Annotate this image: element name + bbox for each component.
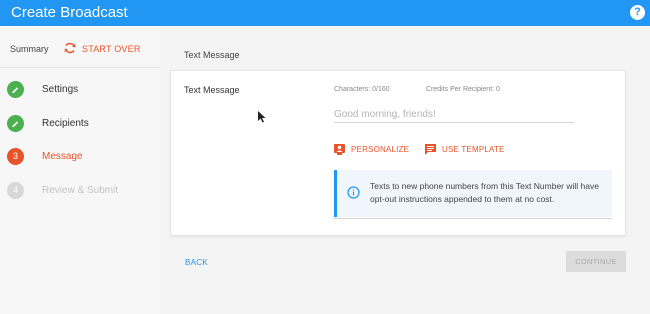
- step-recipients[interactable]: Recipients: [0, 109, 160, 139]
- card-label: Text Message: [184, 85, 240, 95]
- step-message[interactable]: 3 Message: [0, 142, 160, 172]
- step-label: Recipients: [42, 118, 89, 129]
- personalize-icon: [334, 143, 345, 155]
- check-icon: [7, 81, 24, 98]
- use-template-button[interactable]: USE TEMPLATE: [425, 141, 505, 157]
- personalize-label: PERSONALIZE: [351, 144, 410, 154]
- step-label: Review & Submit: [42, 185, 119, 196]
- summary-label: Summary: [10, 44, 49, 54]
- template-icon: [425, 143, 436, 155]
- info-notice: Texts to new phone numbers from this Tex…: [334, 170, 612, 217]
- step-label: Settings: [42, 84, 79, 95]
- section-title: Text Message: [184, 50, 240, 60]
- summary-row: Summary START OVER: [0, 26, 160, 68]
- character-count: Characters: 0/160: [334, 86, 390, 93]
- check-icon: [7, 115, 24, 132]
- help-icon[interactable]: ?: [630, 5, 645, 20]
- message-input[interactable]: [334, 106, 574, 123]
- step-number: 4: [7, 182, 24, 199]
- step-review-submit: 4 Review & Submit: [0, 176, 160, 206]
- page-title: Create Broadcast: [11, 4, 128, 21]
- refresh-icon[interactable]: [63, 41, 77, 55]
- sidebar: Summary START OVER Settings Recipients 3…: [0, 26, 160, 314]
- mouse-pointer-icon: [258, 111, 266, 123]
- info-text: Texts to new phone numbers from this Tex…: [370, 181, 599, 204]
- divider: [0, 67, 160, 68]
- step-settings[interactable]: Settings: [0, 75, 160, 105]
- back-button[interactable]: BACK: [185, 258, 208, 267]
- message-card: Text Message Characters: 0/160 Credits P…: [170, 70, 626, 236]
- step-label: Message: [42, 151, 83, 162]
- continue-button[interactable]: CONTINUE: [566, 251, 626, 272]
- divider: [334, 218, 612, 219]
- app-header: Create Broadcast ?: [0, 0, 650, 26]
- info-icon: [347, 186, 360, 199]
- use-template-label: USE TEMPLATE: [442, 144, 505, 154]
- start-over-button[interactable]: START OVER: [82, 44, 141, 54]
- credits-count: Credits Per Recipient: 0: [426, 86, 500, 93]
- step-number: 3: [7, 148, 24, 165]
- personalize-button[interactable]: PERSONALIZE: [334, 141, 409, 157]
